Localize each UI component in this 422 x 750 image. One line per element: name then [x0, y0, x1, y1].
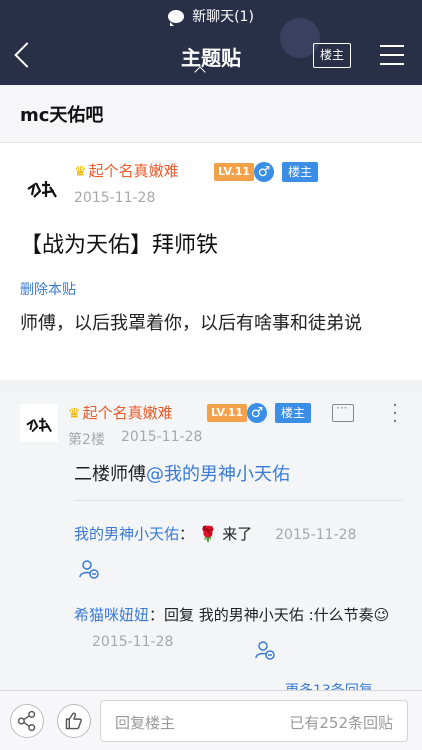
op-badge: 楼主 [282, 162, 319, 182]
reply-count: 已有252条回贴 [289, 714, 393, 732]
reply-date: 2015-11-28 [121, 429, 203, 445]
sub-reply-author[interactable]: 希猫咪妞妞 [74, 606, 149, 624]
reply-author-name[interactable]: ♛ 起个名真嫩难 [68, 402, 173, 423]
op-badge: 楼主 [275, 403, 312, 423]
page-title[interactable]: 主题贴 [0, 42, 422, 71]
reply-floor-2: ♛起个名真嫩难 LV.11 ♂ 楼主 ··· 第2楼 2015-11-28 二楼… [0, 392, 422, 699]
menu-icon[interactable] [380, 45, 404, 65]
male-icon: ♂ [254, 162, 274, 182]
thumbs-up-icon [65, 712, 82, 730]
sub-reply-date: 2015-11-28 [92, 634, 174, 650]
top-nav-bar: 新聊天(1) 主题贴 楼主 [0, 0, 422, 85]
post-title: 【战为天佑】拜师铁 [20, 233, 219, 258]
wink-emoji: 😉 [373, 606, 390, 624]
reply-user-icon[interactable] [78, 558, 100, 580]
sub-reply-date: 2015-11-28 [275, 527, 357, 543]
forum-header[interactable]: mc天佑吧 [0, 85, 422, 143]
comment-icon[interactable] [332, 401, 354, 422]
divider [74, 500, 402, 501]
mention-link[interactable]: @我的男神小天佑 [146, 464, 290, 485]
author-name[interactable]: ♛ 起个名真嫩难 [74, 160, 179, 181]
reply-placeholder: 回复楼主 [115, 714, 176, 732]
share-icon [17, 710, 36, 732]
floor-number: 第2楼 [68, 432, 105, 448]
reply-input[interactable]: 回复楼主 已有252条回贴 [100, 700, 408, 742]
level-badge: LV.11 [207, 404, 248, 422]
avatar[interactable] [20, 165, 64, 209]
post-date: 2015-11-28 [74, 190, 156, 206]
forum-name[interactable]: mc天佑吧 [20, 101, 103, 127]
crown-icon: ♛ [74, 164, 87, 180]
post-body: 师傅，以后我罩着你，以后有啥事和徒弟说 [20, 313, 362, 334]
like-button[interactable] [57, 704, 91, 738]
reply-user-icon[interactable] [254, 639, 276, 661]
delete-post-link[interactable]: 删除本贴 [20, 279, 76, 299]
rose-emoji: 🌹 [198, 525, 218, 543]
more-options-icon[interactable]: · · · [392, 397, 398, 431]
op-only-button[interactable]: 楼主 [313, 43, 351, 68]
male-icon: ♂ [247, 403, 267, 423]
sub-reply-author[interactable]: 我的男神小天佑 [74, 525, 179, 543]
share-button[interactable] [10, 704, 44, 738]
main-post: ♛ 起个名真嫩难 LV.11 ♂ 楼主 2015-11-28 【战为天佑】拜师铁 … [0, 143, 422, 380]
bottom-bar: 回复楼主 已有252条回贴 [0, 690, 422, 750]
avatar[interactable] [20, 404, 58, 442]
new-chat-notice[interactable]: 新聊天(1) [0, 6, 422, 26]
level-badge: LV.11 [214, 163, 255, 181]
crown-icon: ♛ [68, 406, 81, 422]
sub-reply[interactable]: 我的男神小天佑： 🌹 来了 2015-11-28 [74, 521, 356, 548]
new-chat-label: 新聊天(1) [192, 9, 254, 25]
reply-text: 二楼师傅@我的男神小天佑 [74, 464, 290, 485]
chat-bubble-icon [168, 9, 185, 26]
sub-reply[interactable]: 希猫咪妞妞：回复 我的男神小天佑 :什么节奏😉 2015-11-28 [74, 602, 402, 655]
